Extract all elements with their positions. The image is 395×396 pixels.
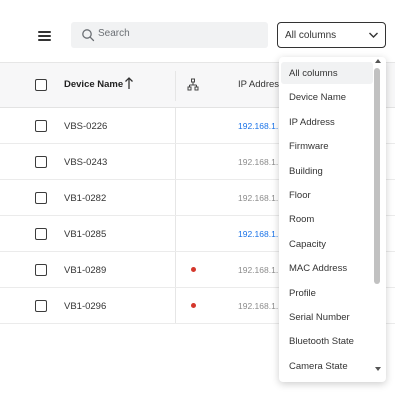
dropdown-option-label: Camera State xyxy=(289,361,348,372)
row-checkbox[interactable] xyxy=(35,264,47,276)
device-name-cell: VB1-0296 xyxy=(64,301,107,312)
ip-address-cell: 192.168.1. xyxy=(238,157,279,167)
dropdown-option[interactable]: Profile xyxy=(281,282,373,304)
search-icon xyxy=(82,29,95,42)
column-divider xyxy=(175,108,176,143)
row-checkbox[interactable] xyxy=(35,120,47,132)
column-header-ip-address[interactable]: IP Address xyxy=(238,79,284,90)
dropdown-option[interactable]: Building xyxy=(281,160,373,182)
column-divider xyxy=(175,71,176,101)
hamburger-menu-icon[interactable] xyxy=(38,31,51,41)
dropdown-option-label: Room xyxy=(289,214,315,225)
dropdown-option-label: Firmware xyxy=(289,141,329,152)
dropdown-option[interactable]: MAC Address xyxy=(281,257,373,279)
dropdown-option-label: Profile xyxy=(289,288,316,299)
dropdown-option-label: Device Name xyxy=(289,92,347,103)
search-input[interactable]: Search xyxy=(71,22,268,48)
device-name-cell: VBS-0243 xyxy=(64,157,108,168)
dropdown-option[interactable]: Device Name xyxy=(281,86,373,108)
column-select-dropdown[interactable]: All columns Device Name IP Address Firmware… xyxy=(279,57,386,382)
dropdown-option-label: All columns xyxy=(289,68,338,79)
dropdown-option-label: MAC Address xyxy=(289,263,348,274)
select-all-checkbox[interactable] xyxy=(35,79,47,91)
column-divider xyxy=(175,216,176,251)
dropdown-option-label: Capacity xyxy=(289,239,326,250)
dropdown-option-label: IP Address xyxy=(289,117,335,128)
dropdown-option-label: Bluetooth State xyxy=(289,336,354,347)
toolbar: Search All columns xyxy=(0,0,395,62)
dropdown-option[interactable]: Firmware xyxy=(281,135,373,157)
row-checkbox[interactable] xyxy=(35,228,47,240)
ip-address-cell: 192.168.1. xyxy=(238,265,279,275)
row-checkbox[interactable] xyxy=(35,192,47,204)
network-status-icon[interactable] xyxy=(187,78,199,92)
dropdown-option[interactable]: Bluetooth State xyxy=(281,330,373,352)
dropdown-option[interactable]: Capacity xyxy=(281,233,373,255)
ip-address-cell[interactable]: 192.168.1. xyxy=(238,229,278,239)
dropdown-option-label: Floor xyxy=(289,190,311,201)
column-divider xyxy=(175,288,176,323)
dropdown-option[interactable]: All columns xyxy=(281,62,373,84)
row-checkbox[interactable] xyxy=(35,300,47,312)
dropdown-option[interactable]: Serial Number xyxy=(281,306,373,328)
dropdown-option[interactable]: Floor xyxy=(281,184,373,206)
row-checkbox[interactable] xyxy=(35,156,47,168)
column-divider xyxy=(175,144,176,179)
column-divider xyxy=(175,252,176,287)
scroll-up-arrow-icon[interactable] xyxy=(375,59,381,63)
device-name-cell: VB1-0285 xyxy=(64,229,107,240)
device-name-cell: VB1-0289 xyxy=(64,265,107,276)
column-select-value: All columns xyxy=(285,30,337,41)
ip-address-cell[interactable]: 192.168.1. xyxy=(238,121,278,131)
ip-address-cell: 192.168.1. xyxy=(238,301,279,311)
column-select[interactable]: All columns xyxy=(277,22,386,48)
column-divider xyxy=(175,180,176,215)
status-dot-icon xyxy=(191,267,196,272)
device-name-cell: VB1-0282 xyxy=(64,193,107,204)
dropdown-option[interactable]: IP Address xyxy=(281,111,373,133)
dropdown-option-label: Serial Number xyxy=(289,312,350,323)
dropdown-option-label: Building xyxy=(289,166,323,177)
device-name-cell: VBS-0226 xyxy=(64,121,108,132)
sort-ascending-icon[interactable] xyxy=(124,76,134,90)
search-placeholder: Search xyxy=(98,28,130,39)
dropdown-option[interactable]: Room xyxy=(281,208,373,230)
ip-address-cell: 192.168.1. xyxy=(238,193,279,203)
scroll-down-arrow-icon[interactable] xyxy=(375,367,381,371)
chevron-down-icon xyxy=(369,32,378,38)
status-dot-icon xyxy=(191,303,196,308)
dropdown-scrollbar-thumb[interactable] xyxy=(374,68,380,284)
column-header-device-name[interactable]: Device Name xyxy=(64,79,123,90)
dropdown-option[interactable]: Camera State xyxy=(281,355,373,377)
